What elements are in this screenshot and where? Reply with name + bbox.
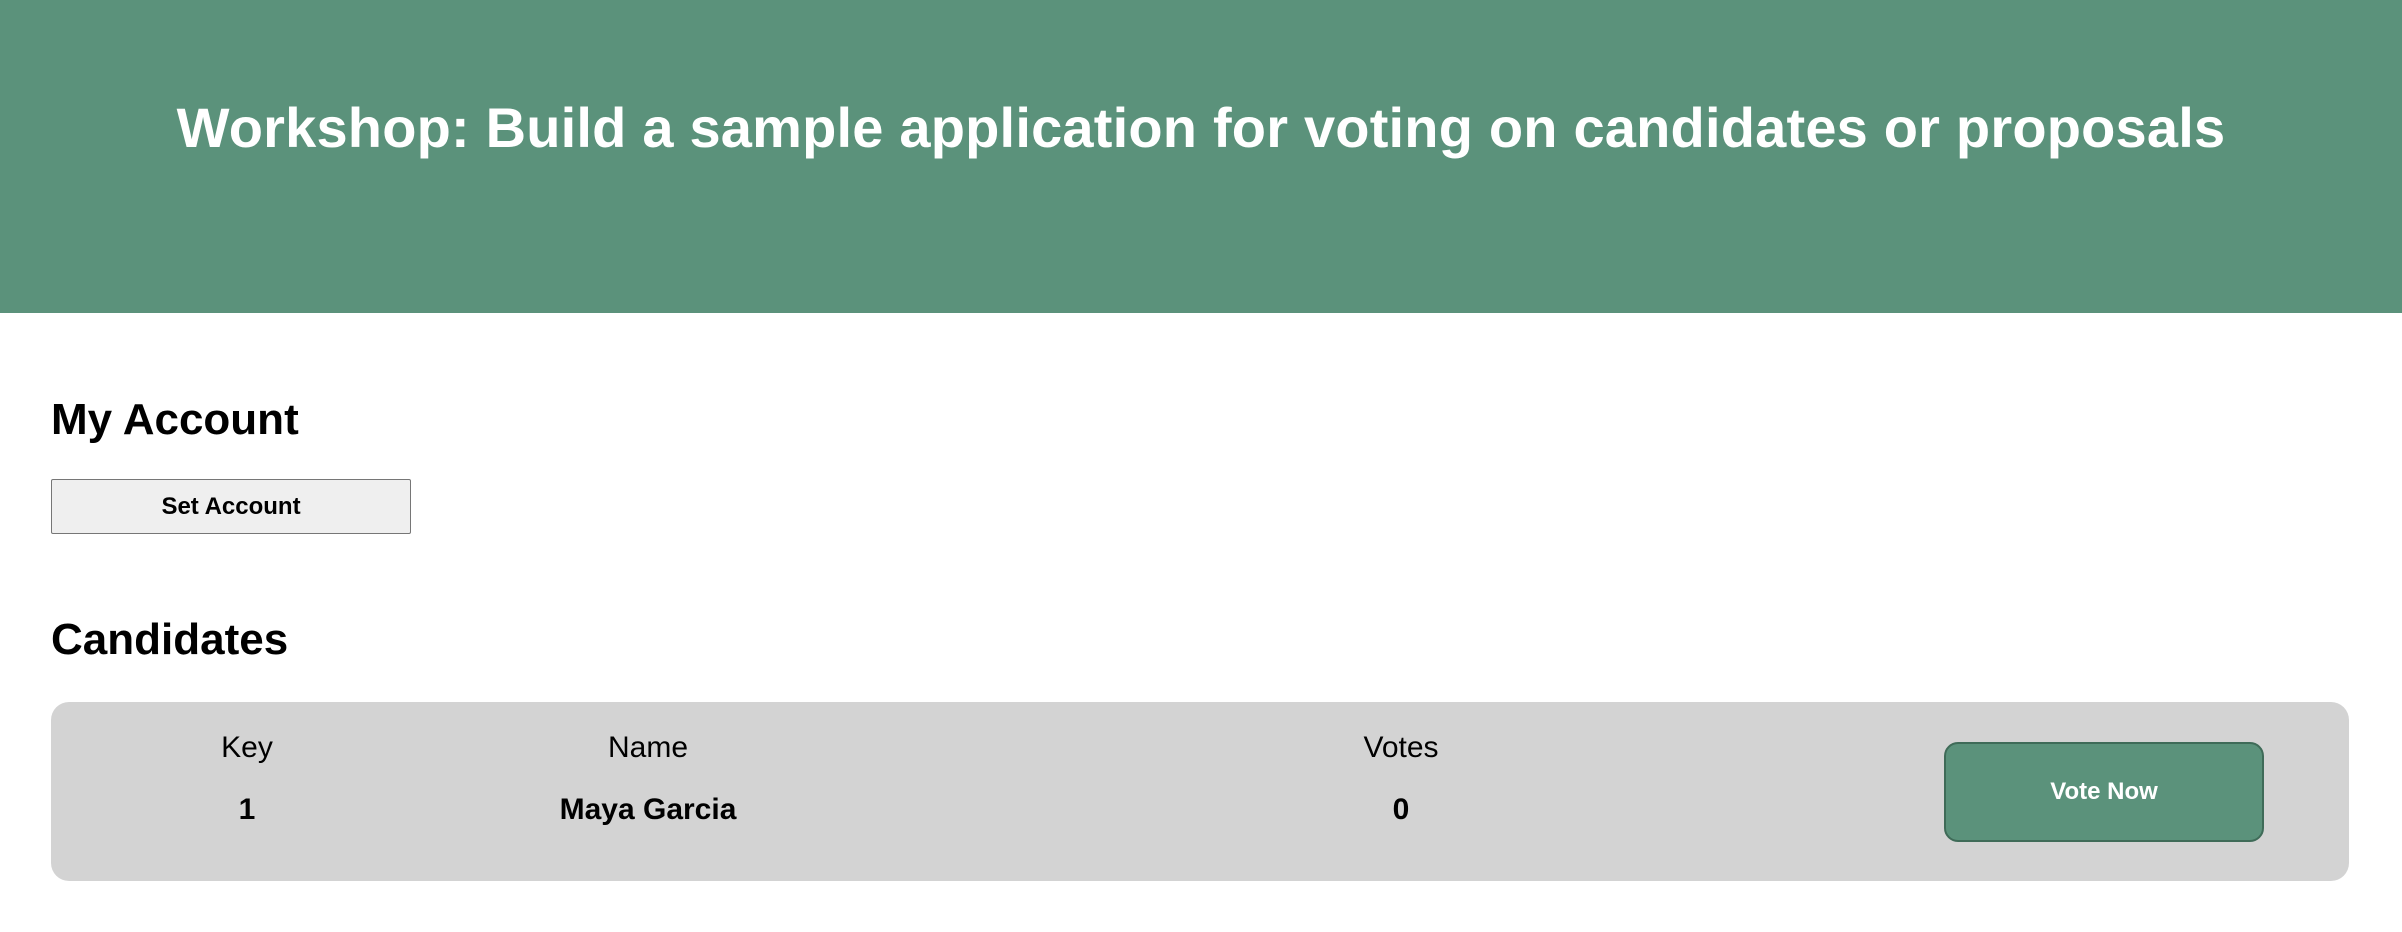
my-account-heading: My Account [51, 395, 299, 444]
candidate-card: Key 1 Name Maya Garcia Votes 0 Vote Now [51, 702, 2349, 881]
name-column-header: Name [607, 731, 689, 764]
candidate-key: 1 [238, 793, 256, 826]
set-account-button[interactable]: Set Account [51, 479, 411, 534]
candidate-name: Maya Garcia [559, 793, 737, 826]
candidates-heading: Candidates [51, 615, 289, 664]
header-banner: Workshop: Build a sample application for… [0, 0, 2402, 313]
key-column-header: Key [221, 731, 273, 764]
vote-now-button[interactable]: Vote Now [1944, 742, 2264, 842]
page-title: Workshop: Build a sample application for… [176, 96, 2226, 159]
votes-column-header: Votes [1363, 731, 1439, 764]
candidate-votes: 0 [1392, 793, 1410, 826]
